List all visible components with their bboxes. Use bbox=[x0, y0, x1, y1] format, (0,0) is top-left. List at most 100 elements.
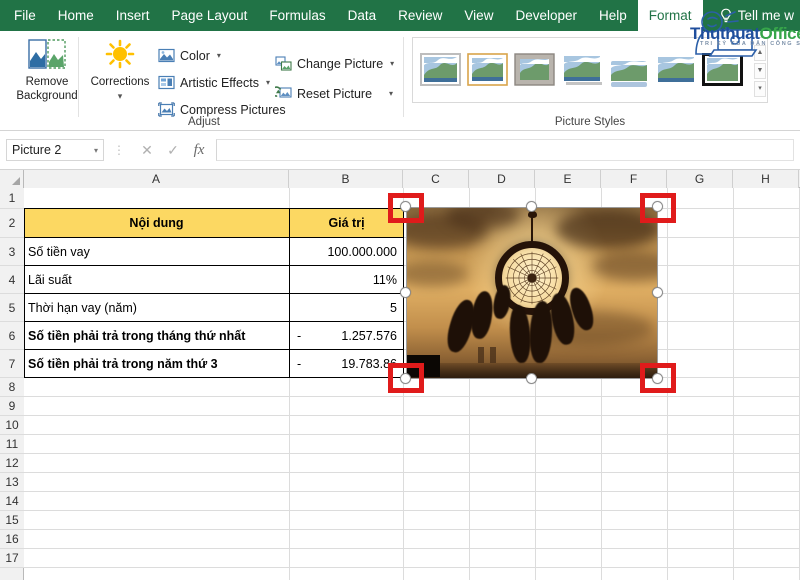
gallery-scroll-controls[interactable]: ▲ ▼ ▾ bbox=[754, 45, 766, 97]
picture-style-simple-frame-white[interactable] bbox=[418, 49, 463, 91]
chevron-down-icon[interactable]: ▾ bbox=[390, 59, 394, 68]
cancel-formula-button[interactable]: ✕ bbox=[134, 142, 160, 159]
formula-bar-grip[interactable]: ⋮ bbox=[113, 143, 125, 157]
tab-insert[interactable]: Insert bbox=[105, 0, 161, 31]
resize-handle-bottom-center[interactable] bbox=[526, 373, 537, 384]
table-header-value[interactable]: Giá trị bbox=[290, 209, 403, 237]
tell-me-box[interactable]: Tell me w bbox=[719, 0, 800, 31]
column-header-H[interactable]: H bbox=[733, 170, 799, 188]
formula-input[interactable] bbox=[216, 139, 794, 161]
corrections-button[interactable]: Corrections ▾ bbox=[84, 35, 156, 103]
row-header-16[interactable]: 16 bbox=[0, 530, 24, 549]
picture-styles-gallery[interactable]: ▲ ▼ ▾ bbox=[412, 37, 768, 103]
compress-pictures-label: Compress Pictures bbox=[180, 103, 286, 117]
tab-format[interactable]: Format bbox=[638, 0, 703, 31]
column-header-F[interactable]: F bbox=[601, 170, 667, 188]
table-border bbox=[24, 237, 404, 238]
column-header-G[interactable]: G bbox=[667, 170, 733, 188]
picture-style-soft-edge-rectangle[interactable] bbox=[653, 49, 698, 91]
gridline-h bbox=[24, 529, 800, 530]
row-header-3[interactable]: 3 bbox=[0, 238, 24, 266]
row-header-15[interactable]: 15 bbox=[0, 511, 24, 530]
row-header-5[interactable]: 5 bbox=[0, 294, 24, 322]
select-all-button[interactable] bbox=[0, 170, 24, 188]
change-picture-button[interactable]: Change Picture ▾ bbox=[275, 53, 394, 74]
chevron-down-icon[interactable]: ▾ bbox=[94, 146, 98, 155]
table-cell-label[interactable]: Lãi suất bbox=[24, 266, 289, 293]
row-header-9[interactable]: 9 bbox=[0, 397, 24, 416]
table-cell-value[interactable]: 1.257.576 bbox=[290, 322, 403, 349]
tab-developer[interactable]: Developer bbox=[504, 0, 588, 31]
table-header-content[interactable]: Nội dung bbox=[24, 209, 289, 237]
name-box-value: Picture 2 bbox=[12, 143, 61, 157]
bottom-right-corner-highlight bbox=[640, 363, 676, 393]
corrections-caret[interactable]: ▾ bbox=[84, 89, 156, 103]
color-button[interactable]: Color ▾ bbox=[158, 45, 221, 66]
table-cell-value[interactable]: 11% bbox=[290, 266, 403, 293]
table-border bbox=[24, 208, 25, 378]
picture-style-drop-shadow-rectangle[interactable] bbox=[559, 49, 604, 91]
corrections-label: Corrections bbox=[84, 75, 156, 89]
tab-page-layout[interactable]: Page Layout bbox=[161, 0, 259, 31]
tab-formulas[interactable]: Formulas bbox=[258, 0, 336, 31]
table-cell-value[interactable]: 19.783.86 bbox=[290, 350, 403, 377]
column-header-E[interactable]: E bbox=[535, 170, 601, 188]
gallery-scroll-down-button[interactable]: ▼ bbox=[754, 63, 766, 79]
name-box[interactable]: Picture 2 ▾ bbox=[6, 139, 104, 161]
gallery-more-button[interactable]: ▾ bbox=[754, 81, 766, 97]
table-cell-value[interactable]: 5 bbox=[290, 294, 403, 321]
picture-style-reflected-rounded-rectangle[interactable] bbox=[606, 49, 651, 91]
picture-style-double-frame-black[interactable] bbox=[700, 49, 745, 91]
chevron-down-icon[interactable]: ▾ bbox=[266, 78, 270, 87]
dreamcatcher-photo[interactable] bbox=[406, 207, 658, 379]
row-header-14[interactable]: 14 bbox=[0, 492, 24, 511]
dreamcatcher-cord bbox=[531, 215, 533, 243]
table-cell-label[interactable]: Thời hạn vay (năm) bbox=[24, 294, 289, 321]
feather-shape bbox=[491, 284, 513, 320]
table-cell-label[interactable]: Số tiền phải trả trong tháng thứ nhất bbox=[24, 322, 289, 349]
row-header-11[interactable]: 11 bbox=[0, 435, 24, 454]
picture-style-metal-frame[interactable] bbox=[512, 49, 557, 91]
tab-review[interactable]: Review bbox=[387, 0, 453, 31]
artistic-effects-button[interactable]: Artistic Effects ▾ bbox=[158, 72, 270, 93]
row-header-2[interactable]: 2 bbox=[0, 209, 24, 238]
table-cell-label[interactable]: Số tiền vay bbox=[24, 238, 289, 265]
column-header-C[interactable]: C bbox=[403, 170, 469, 188]
reset-picture-label: Reset Picture bbox=[297, 87, 372, 101]
row-header-17[interactable]: 17 bbox=[0, 549, 24, 568]
row-header-1[interactable]: 1 bbox=[0, 188, 24, 209]
reset-picture-button[interactable]: Reset Picture ▾ bbox=[275, 83, 393, 104]
tab-file[interactable]: File bbox=[0, 0, 47, 31]
row-header-10[interactable]: 10 bbox=[0, 416, 24, 435]
picture-style-beveled-matte-white[interactable] bbox=[465, 49, 510, 91]
photo-bar bbox=[490, 347, 496, 363]
gridline-h bbox=[24, 567, 800, 568]
column-header-B[interactable]: B bbox=[289, 170, 403, 188]
chevron-down-icon[interactable]: ▾ bbox=[389, 89, 393, 98]
column-header-A[interactable]: A bbox=[24, 170, 289, 188]
row-header-4[interactable]: 4 bbox=[0, 266, 24, 294]
tab-home[interactable]: Home bbox=[47, 0, 105, 31]
row-header-12[interactable]: 12 bbox=[0, 454, 24, 473]
insert-function-button[interactable]: fx bbox=[186, 142, 212, 159]
resize-handle-middle-right[interactable] bbox=[652, 287, 663, 298]
column-header-D[interactable]: D bbox=[469, 170, 535, 188]
gallery-scroll-up-button[interactable]: ▲ bbox=[754, 45, 766, 61]
row-header-8[interactable]: 8 bbox=[0, 378, 24, 397]
tab-data[interactable]: Data bbox=[337, 0, 388, 31]
enter-formula-button[interactable]: ✓ bbox=[160, 142, 186, 159]
tell-me-label: Tell me w bbox=[738, 8, 794, 23]
row-header-6[interactable]: 6 bbox=[0, 322, 24, 350]
row-header-13[interactable]: 13 bbox=[0, 473, 24, 492]
table-cell-label[interactable]: Số tiền phải trả trong năm thứ 3 bbox=[24, 350, 289, 377]
resize-handle-top-center[interactable] bbox=[526, 201, 537, 212]
tab-help[interactable]: Help bbox=[588, 0, 638, 31]
resize-handle-middle-left[interactable] bbox=[400, 287, 411, 298]
table-border bbox=[24, 321, 404, 322]
table-border bbox=[24, 265, 404, 266]
table-border bbox=[24, 349, 404, 350]
chevron-down-icon[interactable]: ▾ bbox=[217, 51, 221, 60]
tab-view[interactable]: View bbox=[453, 0, 504, 31]
row-header-7[interactable]: 7 bbox=[0, 350, 24, 378]
table-cell-value[interactable]: 100.000.000 bbox=[290, 238, 403, 265]
